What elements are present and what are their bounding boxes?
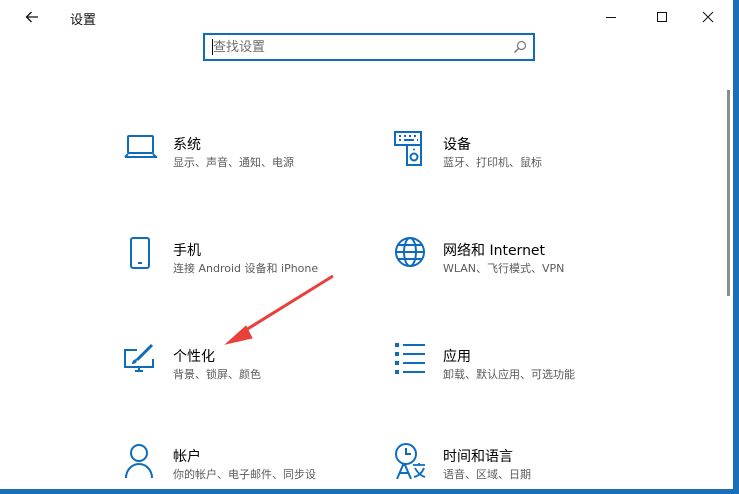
desktop-background	[0, 489, 739, 494]
settings-window: 设置 系统 显示、声音、通知、电源	[0, 0, 733, 489]
annotation-arrow	[224, 274, 334, 345]
